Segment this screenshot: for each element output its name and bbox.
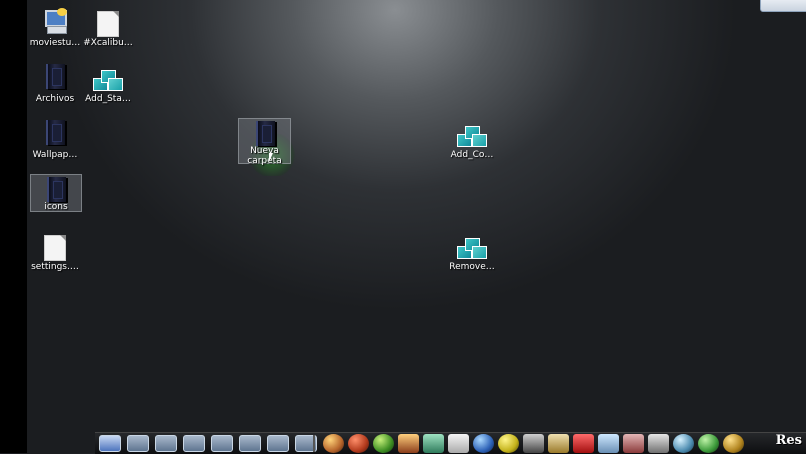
app-icon-7[interactable] [473,434,494,453]
desktop-icon-remove[interactable]: Remove… [444,230,500,278]
desktop-icon-add-co[interactable]: Add_Co… [444,118,500,166]
folder-icon[interactable] [127,435,149,452]
icon-label: settings.… [31,262,79,272]
desktop-icon-archivos[interactable]: Archivos [27,62,83,110]
app-icon-5[interactable] [423,434,444,453]
icon-label: Add_Sta… [85,94,131,104]
book-folder-icon [40,120,70,148]
app-icon-10[interactable] [548,434,569,453]
book-folder-icon [41,177,71,205]
app-icon-14[interactable] [648,434,669,453]
app-icon-11[interactable] [573,434,594,453]
finder-icon[interactable] [99,435,121,452]
app-icon-3[interactable] [373,434,394,453]
document-icon [40,232,70,261]
desktop-icon-add-start[interactable]: Add_Sta… [80,62,136,110]
taskbar-separator [313,435,315,452]
icon-label: Wallpap… [32,150,78,160]
app-icon-17[interactable] [723,434,744,453]
app-icon-12[interactable] [598,434,619,453]
document-icon [93,8,123,37]
computer-icon [40,8,70,36]
app-icon-9[interactable] [523,434,544,453]
app-icon-16[interactable] [698,434,719,453]
icon-label: Nueva carpeta [247,146,282,166]
folder-icon[interactable] [267,435,289,452]
icon-label: icons [44,202,68,212]
book-folder-icon [40,64,70,92]
registry-icon [457,232,487,260]
desktop-icon-settings[interactable]: settings.… [27,230,83,278]
app-icon-2[interactable] [348,434,369,453]
taskbar: Res [95,432,806,454]
icon-label: moviestu… [29,38,81,48]
desktop-icon-wallpaper[interactable]: Wallpap… [27,118,83,166]
icon-label: #Xcalibu… [83,38,133,48]
desktop-icon-movie-studio[interactable]: moviestu… [27,6,83,54]
app-icon-6[interactable] [448,434,469,453]
folder-icon[interactable] [211,435,233,452]
registry-icon [457,120,487,148]
icon-label: Remove… [449,262,495,272]
app-icon-4[interactable] [398,434,419,453]
folder-icon[interactable] [155,435,177,452]
folder-icon[interactable] [239,435,261,452]
registry-icon [93,64,123,92]
desktop-icon-icons[interactable]: icons [30,174,82,212]
icon-label: Archivos [35,94,75,104]
mouse-cursor-icon [269,153,273,162]
desktop-icon-nueva-carpeta[interactable]: Nueva carpeta [238,118,291,166]
desktop-icon-xcalibur-file[interactable]: #Xcalibu… [80,6,136,54]
app-icon-8[interactable] [498,434,519,453]
dock [323,434,744,453]
app-icon-15[interactable] [673,434,694,453]
icon-label: Add_Co… [450,150,494,160]
quick-launch [99,435,317,452]
res-label[interactable]: Res [776,433,802,448]
folder-icon[interactable] [183,435,205,452]
left-black-bar [0,0,27,453]
top-right-widget[interactable] [760,0,806,12]
app-icon-1[interactable] [323,434,344,453]
book-folder-icon [250,121,280,149]
app-icon-13[interactable] [623,434,644,453]
